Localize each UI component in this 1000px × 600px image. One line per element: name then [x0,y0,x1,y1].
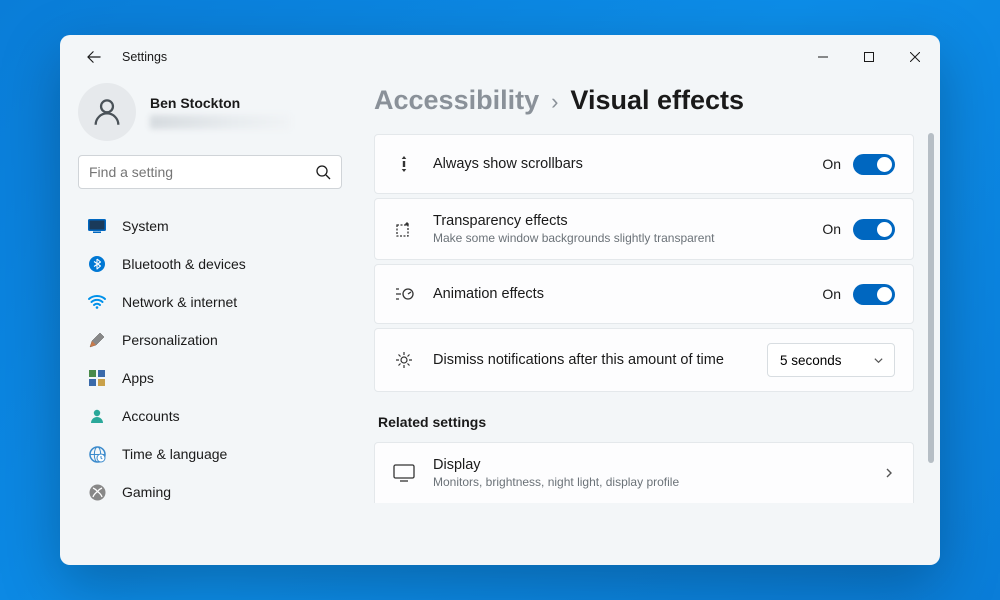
setting-title: Animation effects [433,286,804,302]
chevron-right-icon [883,467,895,479]
toggle-state: On [822,221,841,237]
xbox-icon [88,483,106,501]
nav-item-apps[interactable]: Apps [78,359,342,397]
search-icon [315,164,331,180]
nav-item-time-language[interactable]: Time & language [78,435,342,473]
nav-list: System Bluetooth & devices Network & int… [78,207,342,511]
setting-transparency: Transparency effects Make some window ba… [374,198,914,260]
paintbrush-icon [88,331,106,349]
dismiss-time-select[interactable]: 5 seconds [767,343,895,377]
app-title: Settings [122,50,167,64]
maximize-button[interactable] [846,41,892,73]
content-area: Ben Stockton System [60,79,940,565]
scrollbar-icon [393,153,415,175]
toggle-state: On [822,286,841,302]
settings-window: Settings Ben Stockton [60,35,940,565]
setting-animation: Animation effects On [374,264,914,324]
nav-item-personalization[interactable]: Personalization [78,321,342,359]
minimize-button[interactable] [800,41,846,73]
main-scrollbar[interactable] [928,133,934,463]
nav-label: Accounts [122,408,180,424]
sidebar: Ben Stockton System [60,79,360,565]
nav-label: Time & language [122,446,227,462]
nav-label: System [122,218,169,234]
nav-item-accounts[interactable]: Accounts [78,397,342,435]
transparency-toggle[interactable] [853,219,895,240]
globe-clock-icon [88,445,106,463]
related-display[interactable]: Display Monitors, brightness, night ligh… [374,442,914,503]
nav-label: Gaming [122,484,171,500]
animation-icon [393,283,415,305]
accounts-icon [88,407,106,425]
setting-scrollbars: Always show scrollbars On [374,134,914,194]
titlebar: Settings [60,35,940,79]
profile-email-redacted [150,115,290,129]
maximize-icon [864,52,874,62]
nav-item-network[interactable]: Network & internet [78,283,342,321]
nav-label: Network & internet [122,294,237,310]
nav-item-bluetooth[interactable]: Bluetooth & devices [78,245,342,283]
nav-item-gaming[interactable]: Gaming [78,473,342,511]
nav-label: Bluetooth & devices [122,256,246,272]
back-button[interactable] [78,41,110,73]
close-button[interactable] [892,41,938,73]
select-value: 5 seconds [780,353,842,368]
display-icon [393,462,415,484]
search-input[interactable] [89,164,315,180]
related-title: Display [433,457,865,473]
setting-title: Dismiss notifications after this amount … [433,352,749,368]
avatar [78,83,136,141]
scrollbars-toggle[interactable] [853,154,895,175]
settings-list: Always show scrollbars On Transparency e… [374,134,914,503]
profile-name: Ben Stockton [150,95,290,111]
minimize-icon [818,52,828,62]
nav-label: Apps [122,370,154,386]
nav-label: Personalization [122,332,218,348]
wifi-icon [88,293,106,311]
search-box[interactable] [78,155,342,189]
profile-block[interactable]: Ben Stockton [78,79,342,155]
setting-title: Transparency effects [433,213,804,229]
apps-icon [88,369,106,387]
system-icon [88,217,106,235]
page-title: Visual effects [570,85,744,116]
back-arrow-icon [87,50,101,64]
breadcrumb-parent[interactable]: Accessibility [374,85,539,116]
setting-dismiss-notifications: Dismiss notifications after this amount … [374,328,914,392]
related-subtitle: Monitors, brightness, night light, displ… [433,475,865,489]
toggle-state: On [822,156,841,172]
nav-item-system[interactable]: System [78,207,342,245]
setting-subtitle: Make some window backgrounds slightly tr… [433,231,753,245]
close-icon [910,52,920,62]
main-panel: Accessibility › Visual effects Always sh… [360,79,940,565]
breadcrumb: Accessibility › Visual effects [374,79,914,134]
chevron-down-icon [873,355,884,366]
animation-toggle[interactable] [853,284,895,305]
setting-title: Always show scrollbars [433,156,804,172]
related-settings-header: Related settings [378,414,914,430]
nav-scroll: System Bluetooth & devices Network & int… [78,207,342,565]
bluetooth-icon [88,255,106,273]
chevron-right-icon: › [551,89,558,115]
transparency-icon [393,218,415,240]
person-icon [90,95,124,129]
brightness-icon [393,349,415,371]
